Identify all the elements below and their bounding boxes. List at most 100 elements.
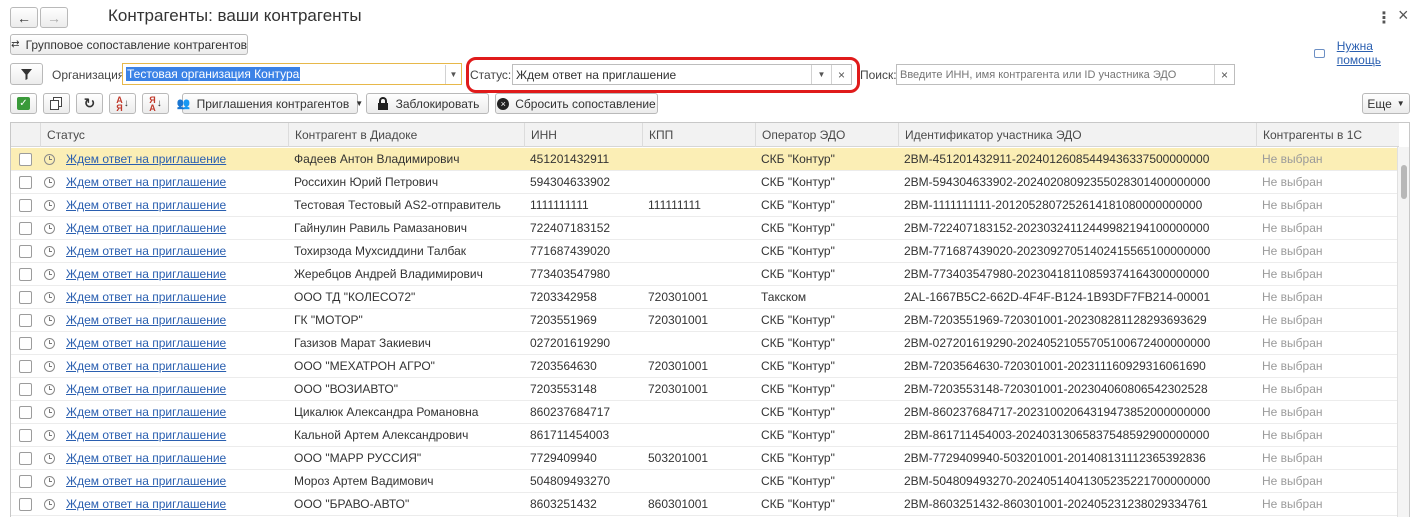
cell-contractor: Фадеев Антон Владимирович <box>294 152 460 166</box>
cell-status-text[interactable]: Ждем ответ на приглашение <box>66 451 226 465</box>
block-button[interactable]: Заблокировать <box>366 93 489 114</box>
forward-button[interactable]: → <box>40 7 68 28</box>
row-checkbox[interactable] <box>19 245 32 258</box>
help-link[interactable]: Нужна помощь <box>1314 39 1418 67</box>
cell-status[interactable]: Ждем ответ на приглашение <box>66 194 286 217</box>
cell-status-text[interactable]: Ждем ответ на приглашение <box>66 175 226 189</box>
col-header-status[interactable]: Статус <box>40 123 288 147</box>
cell-status-text[interactable]: Ждем ответ на приглашение <box>66 474 226 488</box>
row-checkbox[interactable] <box>19 153 32 166</box>
copy-button[interactable] <box>43 93 70 114</box>
clock-icon <box>44 361 55 372</box>
sort-asc-icon: АЯ <box>116 94 123 113</box>
refresh-button[interactable]: ↻ <box>76 93 103 114</box>
col-header-operator[interactable]: Оператор ЭДО <box>755 123 898 147</box>
sort-desc-button[interactable]: ЯА ↓ <box>142 93 169 114</box>
table-row[interactable]: Ждем ответ на приглашение Мороз Артем Вад… <box>11 470 1399 493</box>
col-header-kpp[interactable]: КПП <box>642 123 755 147</box>
cell-status-text[interactable]: Ждем ответ на приглашение <box>66 313 226 327</box>
scrollbar-thumb[interactable] <box>1401 165 1407 199</box>
row-checkbox[interactable] <box>19 291 32 304</box>
cell-status-text[interactable]: Ждем ответ на приглашение <box>66 359 226 373</box>
col-header-contractor[interactable]: Контрагент в Диадоке <box>288 123 524 147</box>
filter-button[interactable] <box>10 63 43 85</box>
status-clear-button[interactable]: × <box>831 65 851 84</box>
row-checkbox[interactable] <box>19 452 32 465</box>
row-checkbox[interactable] <box>19 222 32 235</box>
org-dropdown-button[interactable]: ▼ <box>445 64 461 84</box>
status-dropdown-button[interactable]: ▼ <box>811 65 831 84</box>
cell-status-text[interactable]: Ждем ответ на приглашение <box>66 244 226 258</box>
more-button[interactable]: Еще ▼ <box>1362 93 1410 114</box>
cell-status[interactable]: Ждем ответ на приглашение <box>66 401 286 424</box>
cell-status[interactable]: Ждем ответ на приглашение <box>66 378 286 401</box>
cell-status[interactable]: Ждем ответ на приглашение <box>66 470 286 493</box>
table-row[interactable]: Ждем ответ на приглашение Цикалюк Алексан… <box>11 401 1399 424</box>
row-checkbox[interactable] <box>19 199 32 212</box>
row-checkbox[interactable] <box>19 176 32 189</box>
more-actions-icon[interactable]: ⋮ <box>1376 8 1392 28</box>
row-checkbox[interactable] <box>19 498 32 511</box>
cell-status[interactable]: Ждем ответ на приглашение <box>66 447 286 470</box>
col-header-inn[interactable]: ИНН <box>524 123 642 147</box>
cell-status-text[interactable]: Ждем ответ на приглашение <box>66 267 226 281</box>
cell-status[interactable]: Ждем ответ на приглашение <box>66 217 286 240</box>
vertical-scrollbar[interactable] <box>1397 147 1409 517</box>
cell-status[interactable]: Ждем ответ на приглашение <box>66 240 286 263</box>
row-checkbox[interactable] <box>19 383 32 396</box>
cell-status-text[interactable]: Ждем ответ на приглашение <box>66 336 226 350</box>
cell-status[interactable]: Ждем ответ на приглашение <box>66 424 286 447</box>
cell-status-text[interactable]: Ждем ответ на приглашение <box>66 382 226 396</box>
close-icon[interactable]: × <box>1398 5 1409 26</box>
cell-status-text[interactable]: Ждем ответ на приглашение <box>66 290 226 304</box>
invitations-button[interactable]: 👥 Приглашения контрагентов ▼ <box>177 93 363 114</box>
search-input[interactable]: × <box>896 64 1235 85</box>
table-row[interactable]: Ждем ответ на приглашение Фадеев Антон Вл… <box>11 148 1399 171</box>
cell-status-text[interactable]: Ждем ответ на приглашение <box>66 405 226 419</box>
row-checkbox[interactable] <box>19 268 32 281</box>
cell-status-text[interactable]: Ждем ответ на приглашение <box>66 221 226 235</box>
table-row[interactable]: Ждем ответ на приглашение ООО "МАРР РУССИ… <box>11 447 1399 470</box>
cell-status[interactable]: Ждем ответ на приглашение <box>66 148 286 171</box>
table-row[interactable]: Ждем ответ на приглашение Тестовая Тестов… <box>11 194 1399 217</box>
table-row[interactable]: Ждем ответ на приглашение Гайнулин Равиль… <box>11 217 1399 240</box>
table-row[interactable]: Ждем ответ на приглашение Тохирзода Мухси… <box>11 240 1399 263</box>
row-checkbox[interactable] <box>19 429 32 442</box>
table-row[interactable]: Ждем ответ на приглашение Россихин Юрий П… <box>11 171 1399 194</box>
cell-status[interactable]: Ждем ответ на приглашение <box>66 171 286 194</box>
table-row[interactable]: Ждем ответ на приглашение ООО "МЕХАТРОН А… <box>11 355 1399 378</box>
row-checkbox[interactable] <box>19 406 32 419</box>
table-row[interactable]: Ждем ответ на приглашение ООО ТД "КОЛЕСО7… <box>11 286 1399 309</box>
status-select[interactable]: Ждем ответ на приглашение ▼ × <box>512 64 852 85</box>
table-row[interactable]: Ждем ответ на приглашение ООО "БРАВО-АВТО… <box>11 493 1399 516</box>
table-row[interactable]: Ждем ответ на приглашение ООО "ВОЗИАВТО" 7… <box>11 378 1399 401</box>
cell-status-text[interactable]: Ждем ответ на приглашение <box>66 497 226 511</box>
cell-status[interactable]: Ждем ответ на приглашение <box>66 286 286 309</box>
cell-status[interactable]: Ждем ответ на приглашение <box>66 309 286 332</box>
group-match-button[interactable]: ⇄ Групповое сопоставление контрагентов <box>10 34 248 55</box>
col-header-1c[interactable]: Контрагенты в 1С <box>1256 123 1399 147</box>
cell-status[interactable]: Ждем ответ на приглашение <box>66 493 286 516</box>
check-all-button[interactable]: ✓ <box>10 93 37 114</box>
row-checkbox[interactable] <box>19 360 32 373</box>
cell-status-text[interactable]: Ждем ответ на приглашение <box>66 428 226 442</box>
search-text[interactable] <box>897 67 1214 82</box>
row-checkbox[interactable] <box>19 475 32 488</box>
back-button[interactable]: ← <box>10 7 38 28</box>
cell-status[interactable]: Ждем ответ на приглашение <box>66 332 286 355</box>
sort-asc-button[interactable]: АЯ ↓ <box>109 93 136 114</box>
cell-status[interactable]: Ждем ответ на приглашение <box>66 263 286 286</box>
cell-status-text[interactable]: Ждем ответ на приглашение <box>66 152 226 166</box>
org-field[interactable]: Тестовая организация Контура ▼ <box>122 63 462 85</box>
table-row[interactable]: Ждем ответ на приглашение Жеребцов Андрей… <box>11 263 1399 286</box>
table-row[interactable]: Ждем ответ на приглашение ГК "МОТОР" 72035… <box>11 309 1399 332</box>
table-row[interactable]: Ждем ответ на приглашение Кальной Артем А… <box>11 424 1399 447</box>
row-checkbox[interactable] <box>19 337 32 350</box>
table-row[interactable]: Ждем ответ на приглашение Газизов Марат З… <box>11 332 1399 355</box>
reset-match-button[interactable]: × Сбросить сопоставление <box>495 93 658 114</box>
cell-status-text[interactable]: Ждем ответ на приглашение <box>66 198 226 212</box>
cell-status[interactable]: Ждем ответ на приглашение <box>66 355 286 378</box>
col-header-edo-id[interactable]: Идентификатор участника ЭДО <box>898 123 1256 147</box>
search-clear-button[interactable]: × <box>1214 65 1234 84</box>
row-checkbox[interactable] <box>19 314 32 327</box>
